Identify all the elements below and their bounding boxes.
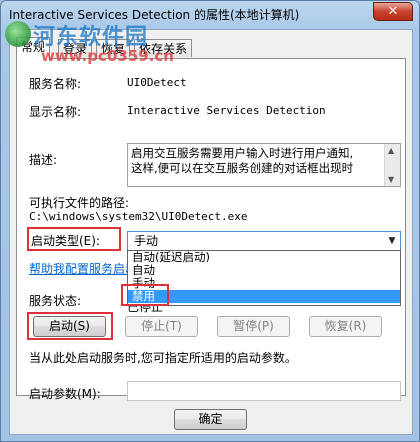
exe-path-label: 可执行文件的路径: [29,196,130,210]
dialog-client-area: 常规 登录 恢复 依存关系 服务名称: UI0Detect 显示名称: Inte… [9,29,413,435]
close-button[interactable]: ✕ [373,2,413,21]
start-params-label: 启动参数(M): [29,387,101,401]
disabled-option-highlight [121,284,169,306]
display-name-label: 显示名称: [29,105,82,119]
start-params-hint: 当从此处启动服务时,您可指定所适用的启动参数。 [29,351,297,365]
scroll-up-icon[interactable]: ▲ [388,146,394,155]
startup-type-highlight [27,227,121,251]
description-scrollbar[interactable]: ▲ ▼ [384,144,400,186]
tab-logon[interactable]: 登录 [58,39,93,57]
properties-window: Interactive Services Detection 的属性(本地计算机… [0,0,420,442]
service-name-label: 服务名称: [29,77,82,91]
start-params-input[interactable] [127,381,401,401]
resume-button[interactable]: 恢复(R) [309,316,382,337]
description-box[interactable]: 启用交互服务需要用户输入时进行用户通知, 这样,便可以在交互服务创建的对话框出现… [127,143,401,187]
window-title: Interactive Services Detection 的属性(本地计算机… [9,8,300,22]
tab-general[interactable]: 常规 [16,37,51,60]
close-icon: ✕ [387,4,399,19]
service-name-value: UI0Detect [127,76,187,89]
option-auto-delayed[interactable]: 自动(延迟启动) [128,251,400,264]
pause-button[interactable]: 暂停(P) [217,316,290,337]
startup-type-select[interactable]: 手动 ▼ [127,231,401,251]
stop-button[interactable]: 停止(T) [125,316,198,337]
description-label: 描述: [29,153,58,167]
display-name-value: Interactive Services Detection [127,104,326,117]
description-text: 启用交互服务需要用户输入时进行用户通知, 这样,便可以在交互服务创建的对话框出现… [131,146,354,175]
startup-type-value: 手动 [134,234,159,248]
scroll-down-icon[interactable]: ▼ [388,175,394,184]
general-tab-panel: 服务名称: UI0Detect 显示名称: Interactive Servic… [16,58,406,401]
service-status-label: 服务状态: [29,294,82,308]
exe-path-value: C:\windows\system32\UI0Detect.exe [29,210,248,223]
ok-button[interactable]: 确定 [174,409,247,430]
start-button-highlight [27,312,113,340]
chevron-down-icon[interactable]: ▼ [384,232,400,250]
tab-dependencies[interactable]: 依存关系 [134,39,193,57]
option-auto[interactable]: 自动 [128,264,400,277]
tab-recovery[interactable]: 恢复 [96,39,131,57]
